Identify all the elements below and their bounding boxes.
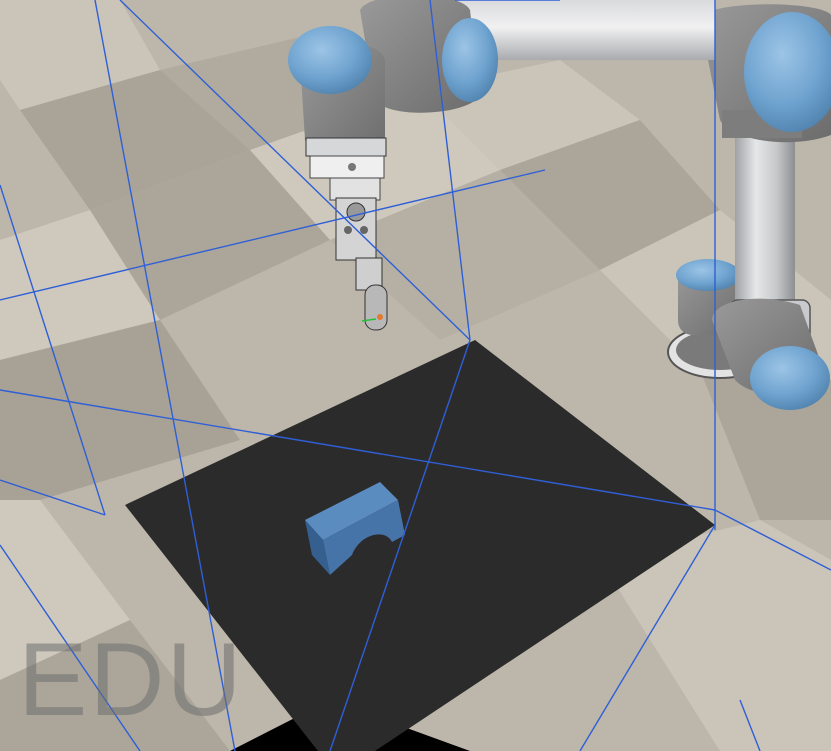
simulation-viewport[interactable]: EDU <box>0 0 831 751</box>
3d-scene[interactable] <box>0 0 831 751</box>
